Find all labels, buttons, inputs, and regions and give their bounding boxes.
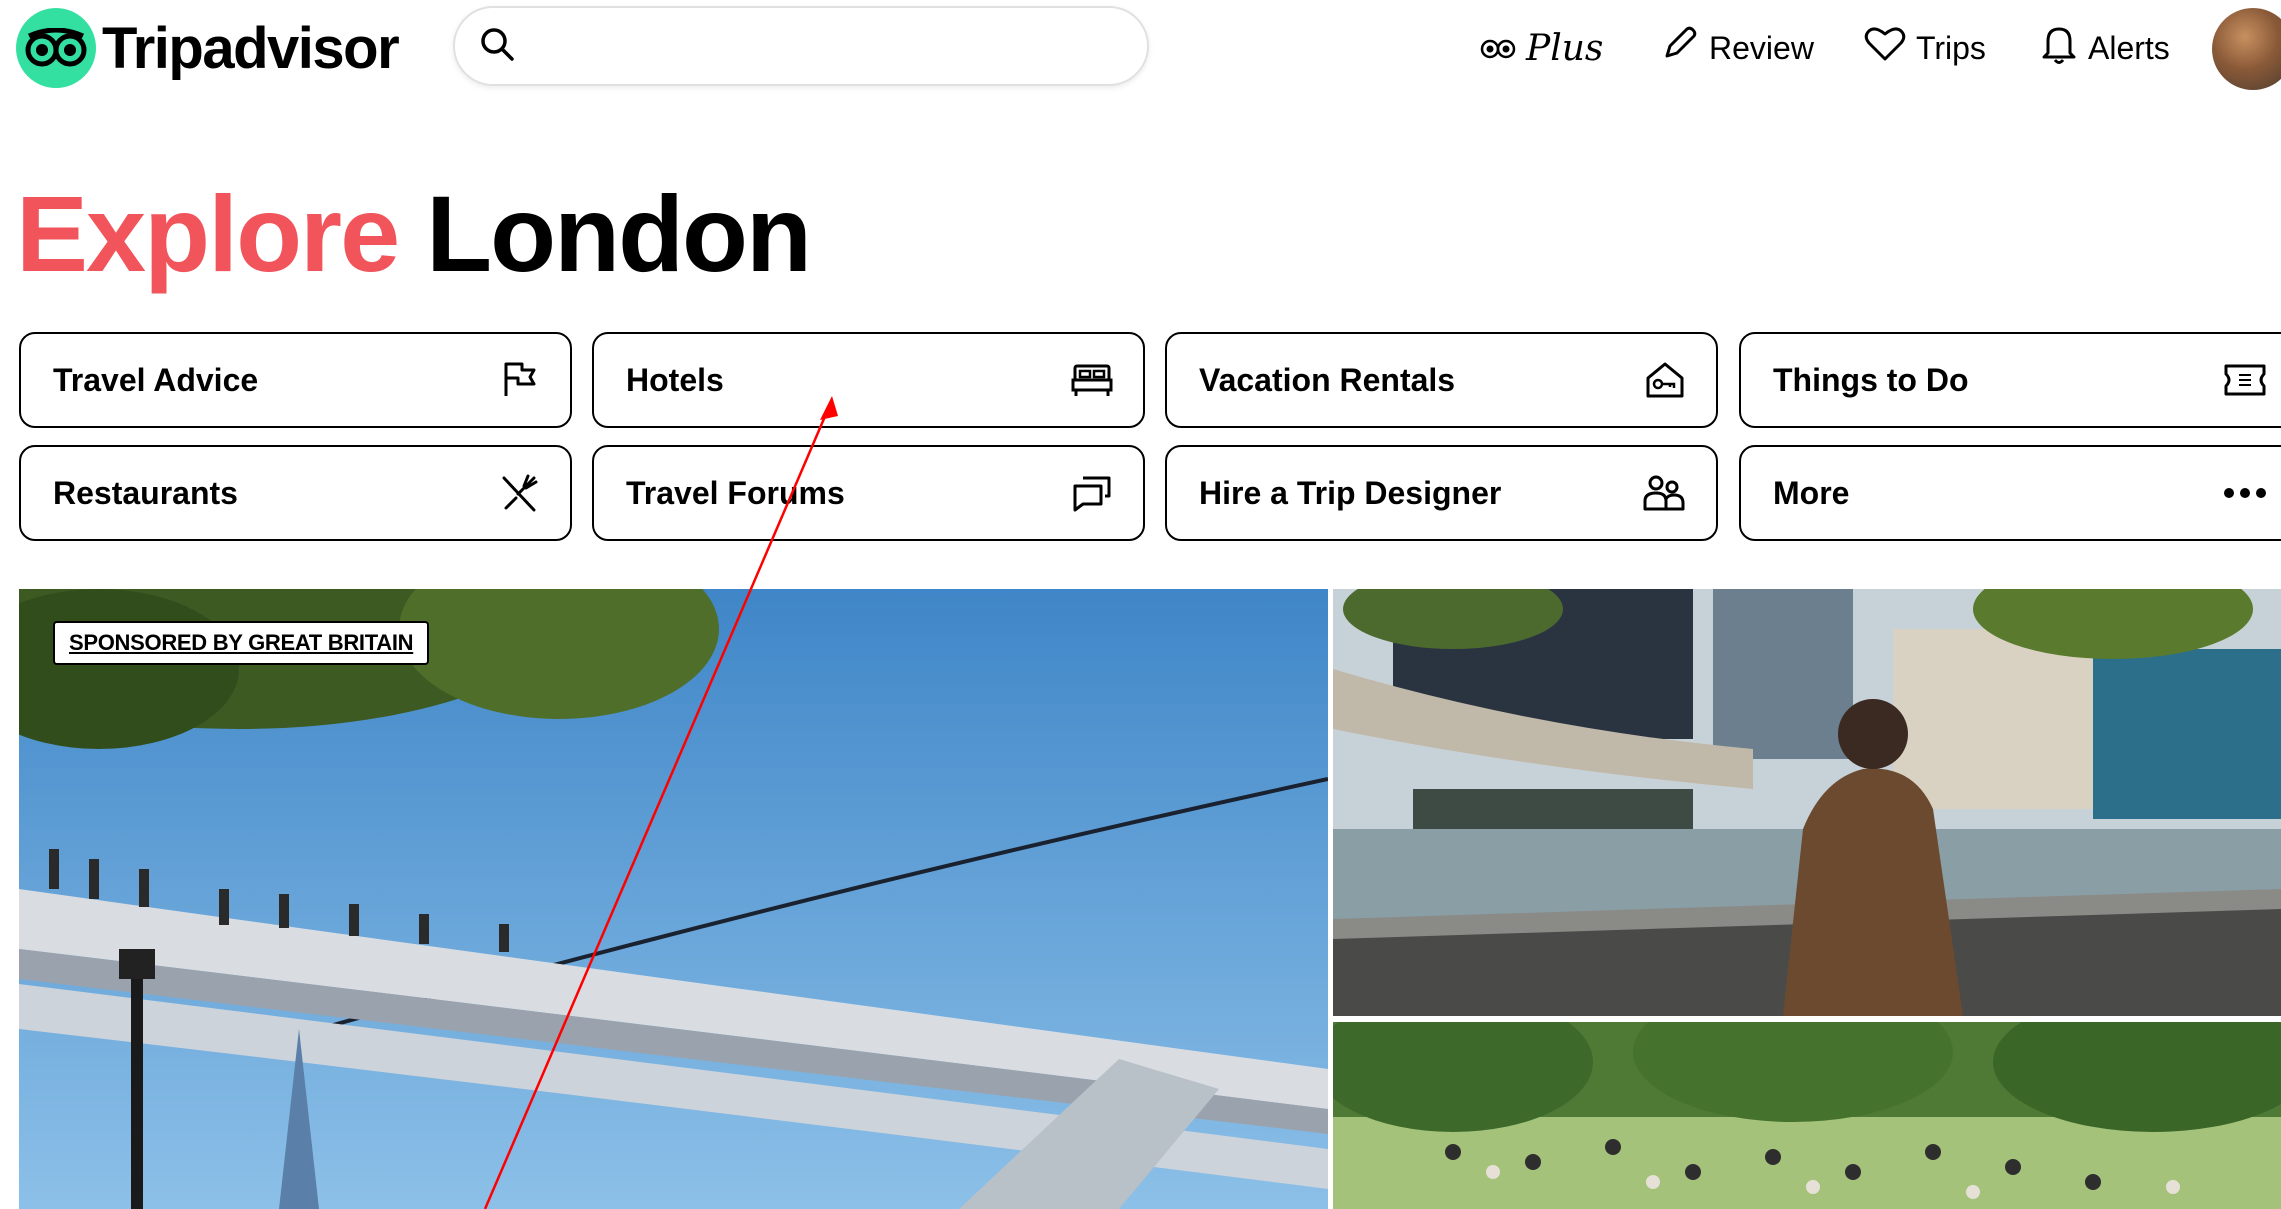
things-to-do-button[interactable]: Things to Do xyxy=(1739,332,2281,428)
category-label: More xyxy=(1773,474,1850,511)
heart-icon xyxy=(1864,25,1906,71)
title-city: London xyxy=(426,173,812,294)
travel-forums-button[interactable]: Travel Forums xyxy=(592,445,1145,541)
owl-icon xyxy=(1480,30,1516,67)
category-label: Travel Forums xyxy=(626,474,845,511)
bell-icon xyxy=(2040,23,2078,73)
plus-link[interactable]: Plus xyxy=(1480,0,1603,96)
flag-icon xyxy=(500,360,540,400)
page-title: Explore London xyxy=(16,172,812,296)
bed-icon xyxy=(1071,362,1113,398)
london-bridge-image xyxy=(1333,589,2281,1016)
owl-logo-icon xyxy=(16,8,96,88)
plus-label: Plus xyxy=(1526,27,1604,69)
review-label: Review xyxy=(1709,29,1814,66)
millennium-bridge-image xyxy=(19,589,1328,1209)
tripadvisor-logo[interactable]: Tripadvisor xyxy=(16,8,400,88)
restaurants-button[interactable]: Restaurants xyxy=(19,445,572,541)
search-icon xyxy=(479,26,515,67)
search-bar[interactable] xyxy=(453,6,1149,86)
review-link[interactable]: Review xyxy=(1659,0,1814,96)
alerts-label: Alerts xyxy=(2088,29,2170,66)
chat-bubbles-icon xyxy=(1071,474,1113,512)
sponsored-badge[interactable]: SPONSORED BY GREAT BRITAIN xyxy=(53,621,430,665)
trips-label: Trips xyxy=(1916,29,1986,66)
category-label: Hotels xyxy=(626,361,724,398)
trips-link[interactable]: Trips xyxy=(1864,0,1986,96)
park-image xyxy=(1333,1022,2281,1209)
london-bridge-photo[interactable] xyxy=(1333,589,2281,1016)
hire-trip-designer-button[interactable]: Hire a Trip Designer xyxy=(1165,445,1718,541)
category-label: Travel Advice xyxy=(53,361,259,398)
category-label: Vacation Rentals xyxy=(1199,361,1456,398)
category-label: Restaurants xyxy=(53,474,238,511)
people-icon xyxy=(1642,473,1686,513)
more-dots-icon xyxy=(2223,487,2267,499)
travel-advice-button[interactable]: Travel Advice xyxy=(19,332,572,428)
ticket-icon xyxy=(2223,363,2267,397)
hero-photo[interactable]: SPONSORED BY GREAT BRITAIN xyxy=(19,589,1328,1209)
title-explore: Explore xyxy=(16,173,400,294)
pencil-icon xyxy=(1659,24,1699,72)
more-button[interactable]: More xyxy=(1739,445,2281,541)
category-label: Things to Do xyxy=(1773,361,1969,398)
fork-knife-icon xyxy=(498,472,540,514)
logo-text: Tripadvisor xyxy=(102,15,400,81)
header: Tripadvisor Plus Review Trips Alerts xyxy=(0,0,2281,96)
alerts-link[interactable]: Alerts xyxy=(2040,0,2170,96)
hotels-button[interactable]: Hotels xyxy=(592,332,1145,428)
house-key-icon xyxy=(1644,360,1686,400)
search-input[interactable] xyxy=(531,28,1147,64)
vacation-rentals-button[interactable]: Vacation Rentals xyxy=(1165,332,1718,428)
avatar[interactable] xyxy=(2212,8,2281,90)
category-label: Hire a Trip Designer xyxy=(1199,474,1502,511)
park-photo[interactable] xyxy=(1333,1022,2281,1209)
